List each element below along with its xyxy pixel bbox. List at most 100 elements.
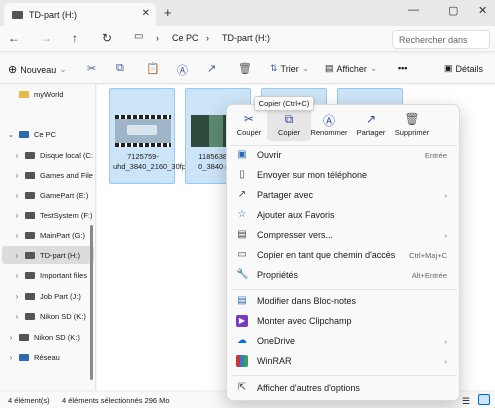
refresh-icon[interactable]: ↻ bbox=[102, 31, 112, 45]
drive-icon bbox=[25, 171, 35, 179]
chevron-right-icon[interactable]: › bbox=[12, 231, 22, 240]
copy-button[interactable]: ⧉ Copier bbox=[267, 109, 311, 141]
tiles-view-icon[interactable] bbox=[478, 394, 490, 405]
chevron-right-icon[interactable]: › bbox=[12, 292, 22, 301]
rename-button[interactable]: Ⓐ Renommer bbox=[307, 109, 351, 141]
chevron-right-icon[interactable]: › bbox=[12, 271, 22, 280]
sidebar-item-testsystem[interactable]: › TestSystem (F:) bbox=[6, 206, 98, 224]
share-icon[interactable]: ↗ bbox=[207, 62, 216, 75]
breadcrumb-ce-pc[interactable]: Ce PC bbox=[172, 33, 199, 43]
sidebar-item-reseau[interactable]: › Réseau bbox=[0, 348, 92, 366]
navigation-bar: ← → ↑ ↻ ▭ › Ce PC › TD-part (H:) Recherc… bbox=[0, 26, 495, 52]
cut-button[interactable]: ✂ Couper bbox=[227, 109, 271, 141]
sidebar-item-important[interactable]: › Important files bbox=[6, 266, 98, 284]
menu-item-clipchamp[interactable]: ▶ Monter avec Clipchamp bbox=[231, 311, 457, 331]
sidebar-item-mainpart[interactable]: › MainPart (G:) bbox=[6, 226, 98, 244]
sidebar-item-games[interactable]: › Games and File bbox=[6, 166, 98, 184]
sidebar-item-myworld[interactable]: myWorld bbox=[0, 85, 92, 103]
open-icon: ▣ bbox=[237, 149, 247, 160]
sidebar-item-label: TD-part (H:) bbox=[40, 250, 80, 260]
sidebar-item-label: TestSystem (F:) bbox=[40, 210, 93, 220]
details-button[interactable]: ▣ Détails bbox=[444, 63, 483, 74]
rename-icon[interactable]: Ⓐ bbox=[177, 62, 188, 78]
view-button[interactable]: ▤ Afficher ⌄ bbox=[325, 63, 377, 74]
more-options-icon[interactable]: ••• bbox=[398, 63, 407, 73]
sidebar-item-jobpart[interactable]: › Job Part (J:) bbox=[6, 287, 98, 305]
close-window-icon[interactable]: ✕ bbox=[478, 4, 487, 17]
menu-item-favorites[interactable]: ☆ Ajouter aux Favoris bbox=[231, 205, 457, 225]
drive-icon bbox=[25, 191, 35, 199]
chevron-right-icon[interactable]: › bbox=[12, 171, 22, 180]
menu-item-more-options[interactable]: ⇱ Afficher d'autres d'options bbox=[231, 378, 457, 398]
details-view-icon[interactable]: ☰ bbox=[462, 396, 470, 407]
chevron-down-icon[interactable]: ⌄ bbox=[6, 130, 16, 139]
tab-td-part[interactable]: TD-part (H:) ✕ bbox=[4, 3, 156, 26]
command-bar: ⊕ Nouveau ⌄ ✂ ⧉ 📋 Ⓐ ↗ 🗑 ⇅ Trier ⌄ ▤ Affi… bbox=[0, 54, 495, 84]
menu-item-label: OneDrive bbox=[257, 336, 296, 346]
chevron-right-icon[interactable]: › bbox=[12, 211, 22, 220]
up-icon[interactable]: ↑ bbox=[72, 31, 78, 45]
menu-item-notepad[interactable]: ▤ Modifier dans Bloc-notes bbox=[231, 291, 457, 311]
sidebar-item-label: Important files bbox=[40, 270, 88, 280]
new-tab-icon[interactable]: + bbox=[164, 5, 172, 20]
sidebar-item-label: Ce PC bbox=[34, 129, 57, 139]
sidebar-item-td-part[interactable]: › TD-part (H:) bbox=[2, 246, 94, 264]
breadcrumb-chevron-icon[interactable]: › bbox=[156, 33, 159, 43]
menu-item-send-phone[interactable]: ▯ Envoyer sur mon téléphone bbox=[231, 165, 457, 185]
breadcrumb-chevron-icon[interactable]: › bbox=[206, 33, 209, 43]
sidebar-item-label: GamePart (E:) bbox=[40, 190, 89, 200]
delete-button[interactable]: 🗑 Supprimer bbox=[390, 109, 434, 141]
share-with-icon: ↗ bbox=[237, 189, 247, 200]
chevron-right-icon[interactable]: › bbox=[6, 333, 16, 342]
chevron-right-icon[interactable]: › bbox=[12, 191, 22, 200]
menu-item-compress[interactable]: ▤ Compresser vers... › bbox=[231, 225, 457, 245]
new-button[interactable]: ⊕ Nouveau ⌄ bbox=[8, 63, 67, 76]
sidebar-item-nikon-sd[interactable]: › Nikon SD (K:) bbox=[6, 307, 98, 325]
cut-icon[interactable]: ✂ bbox=[87, 62, 96, 75]
sidebar-item-ce-pc[interactable]: ⌄ Ce PC bbox=[0, 125, 92, 143]
sidebar-item-c[interactable]: › Disque local (C: bbox=[6, 146, 98, 164]
chevron-right-icon[interactable]: › bbox=[12, 312, 22, 321]
chevron-right-icon: › bbox=[444, 356, 448, 366]
menu-item-onedrive[interactable]: ☁ OneDrive › bbox=[231, 331, 457, 351]
sidebar-item-gamepart[interactable]: › GamePart (E:) bbox=[6, 186, 98, 204]
sort-button[interactable]: ⇅ Trier ⌄ bbox=[270, 63, 309, 74]
search-input[interactable]: Rechercher dans bbox=[392, 30, 490, 49]
delete-icon[interactable]: 🗑 bbox=[238, 62, 252, 75]
menu-item-copy-path[interactable]: ▭ Copier en tant que chemin d'accès Ctrl+M… bbox=[231, 245, 457, 265]
menu-item-label: Ouvrir bbox=[257, 150, 282, 160]
context-menu: ✂ Couper ⧉ Copier Ⓐ Renommer ↗ Partager 🗑 Sup… bbox=[226, 104, 460, 401]
close-tab-icon[interactable]: ✕ bbox=[142, 8, 150, 19]
menu-item-label: Propriétés bbox=[257, 270, 299, 280]
chevron-right-icon[interactable]: › bbox=[12, 151, 22, 160]
sidebar-scrollbar[interactable] bbox=[90, 225, 93, 380]
chevron-right-icon[interactable]: › bbox=[6, 353, 16, 362]
minimize-icon[interactable]: — bbox=[408, 4, 419, 16]
file-item[interactable]: 7125759-uhd_3840_2160_30fps.mp4 bbox=[109, 88, 206, 184]
network-icon bbox=[19, 353, 29, 361]
menu-item-open[interactable]: ▣ Ouvrir Entrée bbox=[231, 145, 457, 165]
maximize-icon[interactable]: ▢ bbox=[448, 4, 458, 17]
menu-item-label: Compresser vers... bbox=[257, 230, 334, 240]
chevron-right-icon[interactable]: › bbox=[12, 251, 22, 260]
menu-item-label: Partager avec bbox=[257, 190, 314, 200]
sidebar-item-nikon-sd-2[interactable]: › Nikon SD (K:) bbox=[0, 328, 92, 346]
phone-icon: ▯ bbox=[239, 169, 245, 180]
cut-icon: ✂ bbox=[243, 112, 255, 126]
share-button[interactable]: ↗ Partager bbox=[349, 109, 393, 141]
clipchamp-icon: ▶ bbox=[236, 315, 248, 327]
drive-icon bbox=[19, 333, 29, 341]
menu-item-label: WinRAR bbox=[257, 356, 292, 366]
menu-item-share-with[interactable]: ↗ Partager avec › bbox=[231, 185, 457, 205]
breadcrumb-td-part[interactable]: TD-part (H:) bbox=[222, 33, 270, 43]
copy-icon[interactable]: ⧉ bbox=[116, 62, 124, 75]
back-icon[interactable]: ← bbox=[8, 31, 20, 45]
paste-icon[interactable]: 📋 bbox=[146, 62, 160, 75]
menu-item-properties[interactable]: 🔧 Propriétés Alt+Entrée bbox=[231, 265, 457, 285]
forward-icon[interactable]: → bbox=[40, 31, 52, 45]
wrench-icon: 🔧 bbox=[236, 269, 249, 280]
menu-item-winrar[interactable]: WinRAR › bbox=[231, 351, 457, 371]
chevron-right-icon: › bbox=[444, 336, 448, 346]
item-count: 4 élément(s) bbox=[8, 396, 50, 405]
copy-icon: ⧉ bbox=[284, 112, 294, 126]
